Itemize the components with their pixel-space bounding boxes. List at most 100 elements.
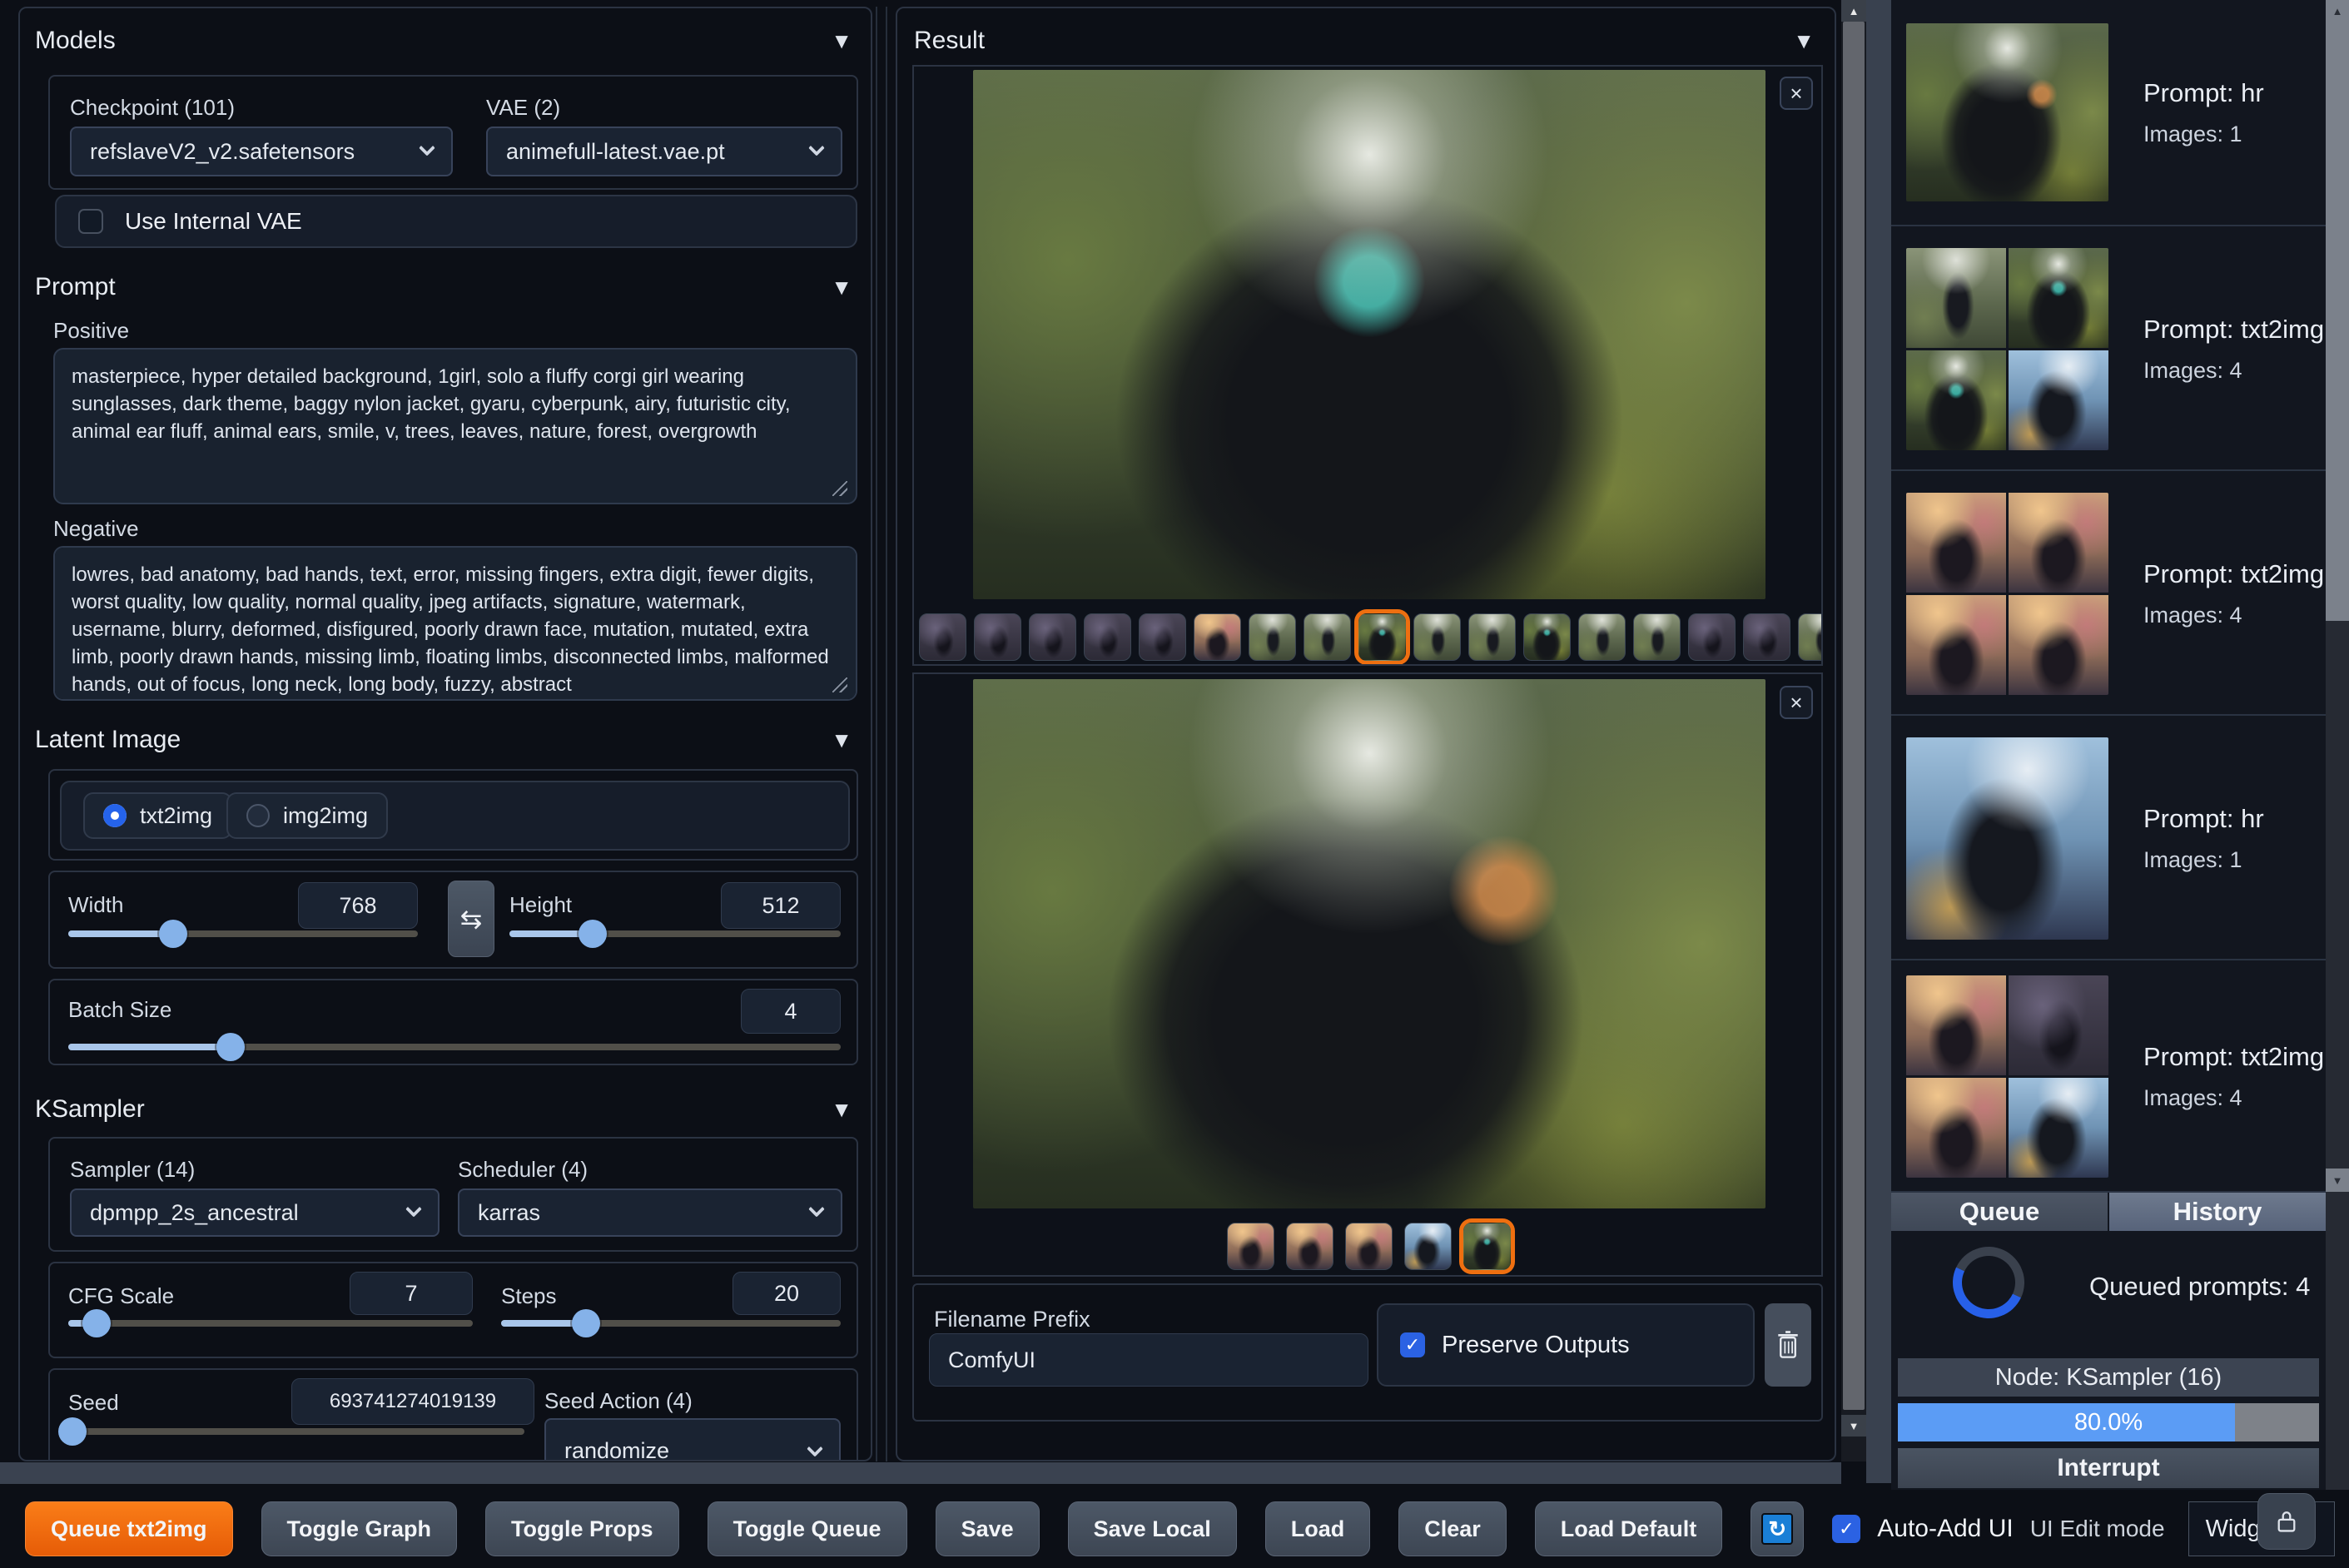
interrupt-button[interactable]: Interrupt [1898, 1448, 2319, 1488]
scroll-up-icon[interactable]: ▲ [1841, 0, 1866, 22]
tab-history[interactable]: History [2109, 1193, 2326, 1231]
ksampler-collapse-icon[interactable]: ▼ [831, 1097, 852, 1123]
cfg-scale-input[interactable] [350, 1272, 473, 1315]
horizontal-scrollbar[interactable] [0, 1462, 1841, 1484]
toggle-props-button[interactable]: Toggle Props [485, 1501, 679, 1556]
load-default-button[interactable]: Load Default [1534, 1501, 1723, 1556]
resize-grip-icon[interactable] [832, 677, 847, 692]
result-image-1[interactable] [973, 70, 1765, 599]
toggle-graph-button[interactable]: Toggle Graph [261, 1501, 458, 1556]
sidebar-scrollbar[interactable]: ▲ ▼ [2326, 0, 2349, 1490]
history-item[interactable]: Prompt: txt2img Images: 4 [1891, 473, 2326, 716]
gallery-thumbnail[interactable] [1084, 613, 1131, 661]
gallery-thumbnail[interactable] [1404, 1222, 1452, 1270]
scheduler-dropdown[interactable]: karras [458, 1188, 842, 1237]
height-input[interactable] [721, 882, 841, 929]
queue-txt2img-button[interactable]: Queue txt2img [25, 1501, 233, 1556]
gallery-thumbnail[interactable] [1249, 613, 1296, 661]
filename-prefix-input[interactable] [929, 1333, 1368, 1387]
refresh-button[interactable]: ↻ [1751, 1501, 1805, 1556]
radio-img2img[interactable]: img2img [226, 792, 389, 839]
history-item[interactable]: Prompt: txt2img Images: 4 [1891, 228, 2326, 471]
history-item-thumbnail[interactable] [1906, 737, 2108, 940]
gallery-thumbnail[interactable] [1798, 613, 1821, 661]
seed-input[interactable] [291, 1378, 534, 1425]
gallery-thumbnail[interactable] [919, 613, 966, 661]
ksampler-section-title[interactable]: KSampler [35, 1095, 145, 1124]
history-item-thumbnail[interactable] [1906, 247, 2108, 450]
close-icon[interactable]: × [1780, 686, 1813, 719]
width-slider[interactable] [68, 920, 418, 948]
use-internal-vae-checkbox[interactable] [78, 209, 103, 234]
close-icon[interactable]: × [1780, 77, 1813, 110]
gallery-thumbnail[interactable] [1413, 613, 1461, 661]
scroll-down-icon[interactable]: ▼ [1841, 1415, 1866, 1437]
gallery-thumbnail[interactable] [1578, 613, 1626, 661]
result-section-title[interactable]: Result [914, 27, 985, 55]
prompt-collapse-icon[interactable]: ▼ [831, 275, 852, 300]
main-vertical-scrollbar[interactable]: ▲ ▼ [1841, 0, 1866, 1461]
load-button[interactable]: Load [1264, 1501, 1371, 1556]
steps-slider[interactable] [501, 1309, 841, 1337]
cfg-scale-slider[interactable] [68, 1309, 473, 1337]
models-section-title[interactable]: Models [35, 27, 116, 55]
history-item-thumbnail[interactable] [1906, 23, 2108, 201]
history-item-thumbnail[interactable] [1906, 492, 2108, 695]
gallery-thumbnail[interactable] [1029, 613, 1076, 661]
use-internal-vae-row[interactable]: Use Internal VAE [55, 195, 857, 248]
batch-size-input[interactable] [741, 989, 841, 1034]
gallery-thumbnail[interactable] [1194, 613, 1241, 661]
negative-prompt-textarea[interactable]: lowres, bad anatomy, bad hands, text, er… [53, 546, 857, 701]
auto-add-ui-checkbox[interactable]: ✓ [1832, 1515, 1861, 1543]
seed-slider[interactable] [58, 1417, 524, 1446]
seed-action-dropdown[interactable]: randomize [544, 1418, 841, 1460]
gallery-thumbnail[interactable] [1286, 1222, 1333, 1270]
width-input[interactable] [298, 882, 418, 929]
gallery-thumbnail[interactable] [1345, 1222, 1393, 1270]
history-item-thumbnail[interactable] [1906, 975, 2108, 1178]
scrollbar-thumb[interactable] [1843, 22, 1865, 1410]
resize-grip-icon[interactable] [832, 481, 847, 496]
models-collapse-icon[interactable]: ▼ [831, 28, 852, 54]
gallery-thumbnail[interactable] [1304, 613, 1351, 661]
gallery-thumbnail[interactable] [1743, 613, 1790, 661]
result-collapse-icon[interactable]: ▼ [1793, 28, 1815, 54]
vae-dropdown[interactable]: animefull-latest.vae.pt [486, 127, 842, 176]
save-local-button[interactable]: Save Local [1067, 1501, 1237, 1556]
batch-size-slider[interactable] [68, 1033, 841, 1061]
delete-output-button[interactable] [1765, 1303, 1811, 1387]
gallery-thumbnail[interactable] [1139, 613, 1186, 661]
preserve-outputs-checkbox[interactable]: ✓ [1400, 1332, 1425, 1357]
swap-dimensions-button[interactable]: ⇆ [448, 881, 494, 957]
gallery-thumbnail[interactable] [1227, 1222, 1274, 1270]
scrollbar-thumb[interactable] [2326, 0, 2349, 621]
checkpoint-dropdown[interactable]: refslaveV2_v2.safetensors [70, 127, 453, 176]
height-slider[interactable] [509, 920, 841, 948]
history-item[interactable]: Prompt: txt2img Images: 4 [1891, 962, 2326, 1193]
toggle-queue-button[interactable]: Toggle Queue [707, 1501, 907, 1556]
gallery-thumbnail-selected[interactable] [1358, 613, 1406, 661]
gallery-thumbnail[interactable] [1468, 613, 1516, 661]
preserve-outputs-row[interactable]: ✓ Preserve Outputs [1377, 1303, 1755, 1387]
scroll-down-icon[interactable]: ▼ [2326, 1169, 2349, 1192]
gallery-thumbnail[interactable] [1523, 613, 1571, 661]
history-item[interactable]: Prompt: hr Images: 1 [1891, 717, 2326, 960]
latent-collapse-icon[interactable]: ▼ [831, 727, 852, 753]
latent-section-title[interactable]: Latent Image [35, 726, 181, 754]
result-image-2[interactable] [973, 679, 1765, 1208]
radio-txt2img[interactable]: txt2img [83, 792, 233, 839]
lock-ui-button[interactable] [2257, 1493, 2316, 1550]
gallery-thumbnail[interactable] [974, 613, 1021, 661]
sampler-dropdown[interactable]: dpmpp_2s_ancestral [70, 1188, 440, 1237]
clear-button[interactable]: Clear [1398, 1501, 1507, 1556]
gallery-thumbnail[interactable] [1688, 613, 1736, 661]
steps-input[interactable] [733, 1272, 841, 1315]
prompt-section-title[interactable]: Prompt [35, 273, 116, 301]
tab-queue[interactable]: Queue [1891, 1193, 2108, 1231]
save-button[interactable]: Save [935, 1501, 1040, 1556]
positive-prompt-textarea[interactable]: masterpiece, hyper detailed background, … [53, 348, 857, 504]
scroll-up-icon[interactable]: ▲ [2326, 5, 2349, 17]
gallery-thumbnail[interactable] [1633, 613, 1681, 661]
history-item[interactable]: Prompt: hr Images: 1 [1891, 0, 2326, 226]
left-panel-scroll-track[interactable] [876, 7, 887, 1461]
